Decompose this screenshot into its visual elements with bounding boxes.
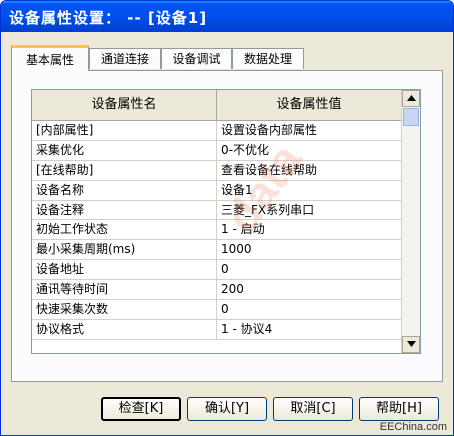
table-row[interactable]: 设备地址 0 xyxy=(32,260,402,281)
property-value-cell[interactable]: 1 - 启动 xyxy=(217,220,402,239)
property-grid: 设备属性名 设备属性值 [内部属性] 设置设备内部属性 采集优化 0-不优化 [… xyxy=(31,89,421,354)
tab-device-debug[interactable]: 设备调试 xyxy=(161,48,232,69)
grid-rows: [内部属性] 设置设备内部属性 采集优化 0-不优化 [在线帮助] 查看设备在线… xyxy=(32,121,402,340)
column-header-name[interactable]: 设备属性名 xyxy=(32,90,217,120)
tab-label: 数据处理 xyxy=(243,52,292,66)
property-name-cell: [内部属性] xyxy=(32,121,217,140)
tab-basic-properties[interactable]: 基本属性 xyxy=(11,45,89,71)
property-value-cell[interactable]: 设置设备内部属性 xyxy=(217,121,402,140)
tab-label: 设备调试 xyxy=(172,52,221,66)
triangle-up-icon xyxy=(406,95,416,101)
table-row[interactable]: [在线帮助] 查看设备在线帮助 xyxy=(32,160,402,181)
property-name-cell: [在线帮助] xyxy=(32,160,217,180)
triangle-down-icon xyxy=(406,341,416,347)
grid-header: 设备属性名 设备属性值 xyxy=(32,90,402,121)
window-title: 设备属性设置： -- [设备1] xyxy=(9,9,208,27)
confirm-button[interactable]: 确认[Y] xyxy=(187,397,267,421)
table-row[interactable]: 采集优化 0-不优化 xyxy=(32,140,402,161)
tab-data-processing[interactable]: 数据处理 xyxy=(232,48,304,69)
brand-watermark: EEChina.com xyxy=(379,421,447,433)
property-value-cell[interactable]: 0 xyxy=(217,300,402,319)
table-row[interactable]: 设备名称 设备1 xyxy=(32,180,402,201)
device-properties-dialog: 设备属性设置： -- [设备1] 基本属性 通道连接 设备调试 数据处理 设备属… xyxy=(0,0,454,436)
check-button[interactable]: 检查[K] xyxy=(101,397,181,421)
table-row[interactable]: 通讯等待时间 200 xyxy=(32,280,402,301)
scroll-thumb[interactable] xyxy=(403,108,419,126)
property-name-cell: 快速采集次数 xyxy=(32,300,217,320)
property-value-cell[interactable]: 0-不优化 xyxy=(217,141,402,160)
property-value-cell[interactable]: 三菱_FX系列串口 xyxy=(217,201,402,220)
property-value-cell[interactable]: 200 xyxy=(217,280,402,299)
tab-label: 通道连接 xyxy=(100,52,149,66)
property-value-cell[interactable]: 1 - 协议4 xyxy=(217,320,402,339)
property-name-cell: 设备注释 xyxy=(32,200,217,220)
property-name-cell: 协议格式 xyxy=(32,319,217,339)
scroll-down-button[interactable] xyxy=(402,336,420,353)
property-value-cell[interactable]: 0 xyxy=(217,260,402,279)
scroll-up-button[interactable] xyxy=(402,90,420,107)
column-header-value[interactable]: 设备属性值 xyxy=(217,90,402,120)
table-row[interactable]: 快速采集次数 0 xyxy=(32,300,402,320)
title-bar[interactable]: 设备属性设置： -- [设备1] xyxy=(1,1,453,32)
property-name-cell: 最小采集周期(ms) xyxy=(32,240,217,260)
vertical-scrollbar[interactable] xyxy=(401,90,420,353)
property-value-cell[interactable]: 查看设备在线帮助 xyxy=(217,161,402,180)
table-row[interactable]: [内部属性] 设置设备内部属性 xyxy=(32,121,402,141)
table-row[interactable]: 最小采集周期(ms) 1000 xyxy=(32,240,402,261)
property-name-cell: 设备地址 xyxy=(32,260,217,280)
tab-channel-connection[interactable]: 通道连接 xyxy=(89,48,161,69)
property-value-cell[interactable]: 设备1 xyxy=(217,181,402,200)
property-name-cell: 初始工作状态 xyxy=(32,220,217,240)
property-name-cell: 设备名称 xyxy=(32,180,217,200)
table-row[interactable]: 设备注释 三菱_FX系列串口 xyxy=(32,200,402,221)
property-name-cell: 通讯等待时间 xyxy=(32,280,217,300)
cancel-button[interactable]: 取消[C] xyxy=(273,397,353,421)
property-value-cell[interactable]: 1000 xyxy=(217,240,402,259)
table-row[interactable]: 协议格式 1 - 协议4 xyxy=(32,319,402,340)
help-button[interactable]: 帮助[H] xyxy=(359,397,439,421)
property-name-cell: 采集优化 xyxy=(32,140,217,160)
tab-label: 基本属性 xyxy=(25,53,74,67)
table-row[interactable]: 初始工作状态 1 - 启动 xyxy=(32,220,402,241)
